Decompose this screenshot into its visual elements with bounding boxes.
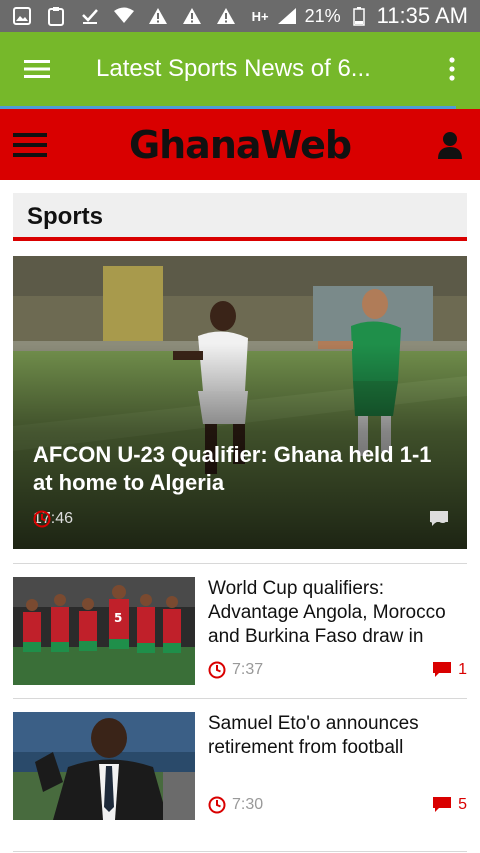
section-header: Sports	[13, 193, 467, 241]
article-list-page: Sports AFCON U-23 Qualifier: Ghana held …	[0, 180, 480, 853]
article-comments[interactable]: 1	[432, 661, 467, 679]
user-icon	[438, 131, 462, 159]
menu-button[interactable]	[0, 32, 74, 106]
app-bar: Latest Sports News of 6...	[0, 32, 480, 106]
clock-icon	[208, 796, 226, 814]
warning-icon	[182, 6, 202, 26]
section-title: Sports	[27, 203, 104, 230]
divider	[13, 563, 467, 564]
article-title: World Cup qualifiers: Advantage Angola, …	[208, 578, 446, 647]
comment-count: 1	[458, 661, 467, 678]
page-title: Latest Sports News of 6...	[96, 55, 371, 82]
image-notification-icon	[12, 6, 32, 26]
comment-count: 5	[458, 796, 467, 813]
signal-icon	[277, 6, 297, 26]
menu-icon	[24, 60, 50, 78]
site-logo[interactable]: GhanaWeb	[60, 123, 420, 167]
comment-icon	[433, 797, 452, 812]
site-menu-button[interactable]	[0, 109, 60, 180]
list-item[interactable]: 5 World Cup qualifiers: Advantage Angola…	[13, 577, 467, 685]
warning-icon	[148, 6, 168, 26]
download-done-icon	[80, 6, 100, 26]
featured-article-comments[interactable]: 33	[429, 510, 449, 528]
article-thumbnail: 5	[13, 577, 195, 685]
list-item[interactable]: Samuel Eto'o announces retirement from f…	[13, 712, 467, 820]
image-overlay	[13, 256, 467, 549]
article-comments[interactable]: 5	[432, 796, 467, 814]
clock-icon	[208, 661, 226, 679]
article-time: 7:30	[208, 796, 263, 814]
time-label: 7:30	[232, 796, 264, 813]
featured-article-title: AFCON U-23 Qualifier: Ghana held 1-1 at …	[33, 442, 432, 495]
divider	[13, 698, 467, 699]
divider	[13, 851, 467, 852]
clock: 11:35 AM	[376, 3, 468, 28]
article-time: 7:37	[208, 661, 263, 679]
featured-article[interactable]: AFCON U-23 Qualifier: Ghana held 1-1 at …	[13, 256, 467, 549]
more-vert-icon	[449, 57, 455, 81]
battery-percent: 21%	[304, 5, 341, 26]
clipboard-notification-icon	[46, 6, 66, 26]
menu-icon	[13, 132, 47, 157]
account-button[interactable]	[420, 109, 480, 180]
battery-icon	[349, 6, 369, 26]
article-thumbnail	[13, 712, 195, 820]
network-type: H+	[251, 8, 269, 24]
svg-text:5: 5	[114, 611, 122, 625]
warning-icon	[216, 6, 236, 26]
overflow-menu-button[interactable]	[424, 32, 480, 106]
comment-icon	[430, 511, 449, 526]
wifi-icon	[114, 6, 134, 26]
time-label: 7:37	[232, 661, 264, 678]
status-bar: H+ 21% 11:35 AM	[0, 0, 480, 32]
featured-article-time: 17:46	[33, 510, 73, 528]
site-header: GhanaWeb	[0, 109, 480, 180]
article-title: Samuel Eto'o announces retirement from f…	[208, 713, 419, 758]
clock-icon	[33, 510, 51, 528]
comment-icon	[433, 662, 452, 677]
